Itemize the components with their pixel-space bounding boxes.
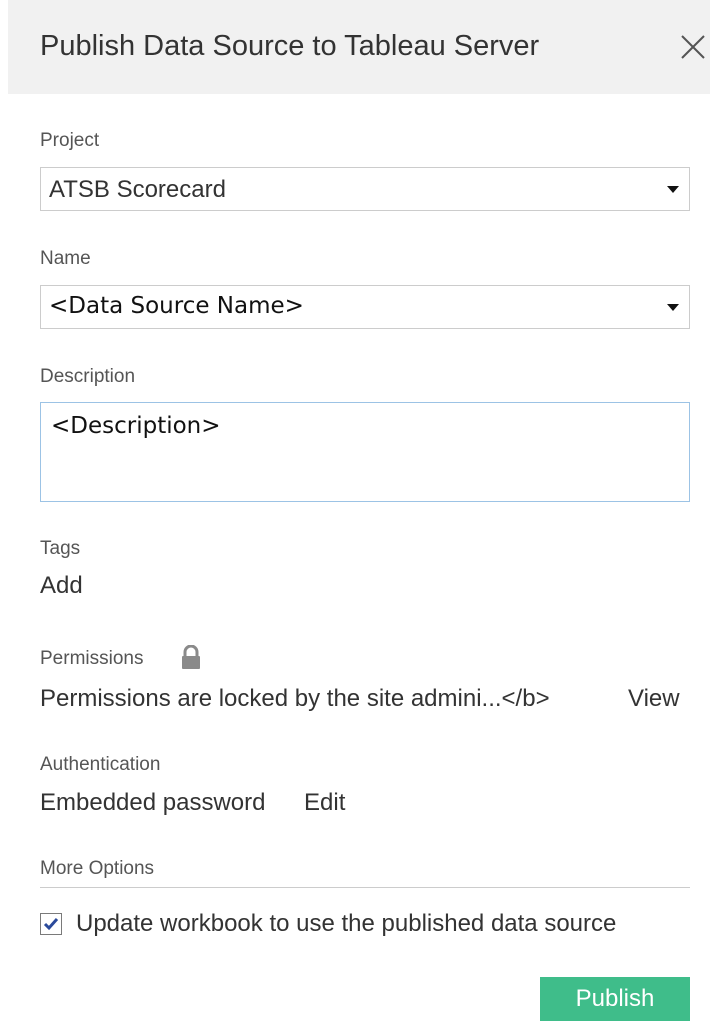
section-divider <box>40 887 690 888</box>
name-select[interactable]: <Data Source Name> <box>40 285 690 329</box>
permissions-text: Permissions are locked by the site admin… <box>40 685 550 712</box>
update-workbook-label[interactable]: Update workbook to use the published dat… <box>76 910 616 938</box>
checkmark-icon <box>43 918 59 931</box>
lock-icon <box>182 645 200 669</box>
description-value: <Description> <box>51 413 221 439</box>
add-tag-link[interactable]: Add <box>40 572 83 600</box>
permissions-label: Permissions <box>40 648 144 669</box>
description-textarea[interactable]: <Description> <box>40 402 690 502</box>
tags-label: Tags <box>40 538 81 559</box>
authentication-label: Authentication <box>40 754 161 775</box>
authentication-text: Embedded password <box>40 789 266 816</box>
name-label: Name <box>40 248 91 269</box>
name-select-value: <Data Source Name> <box>49 293 304 319</box>
update-workbook-checkbox[interactable] <box>40 913 62 935</box>
chevron-down-icon <box>667 186 679 193</box>
project-label: Project <box>40 130 100 151</box>
dialog-header: Publish Data Source to Tableau Server <box>8 0 710 94</box>
permissions-view-link[interactable]: View <box>628 685 680 713</box>
project-select-value: ATSB Scorecard <box>49 176 226 203</box>
publish-button[interactable]: Publish <box>540 977 690 1021</box>
project-select[interactable]: ATSB Scorecard <box>40 167 690 211</box>
more-options-label: More Options <box>40 858 155 879</box>
dialog-title: Publish Data Source to Tableau Server <box>40 30 540 62</box>
close-icon[interactable] <box>678 32 708 62</box>
description-label: Description <box>40 366 136 387</box>
authentication-edit-link[interactable]: Edit <box>304 789 345 817</box>
chevron-down-icon <box>667 304 679 311</box>
